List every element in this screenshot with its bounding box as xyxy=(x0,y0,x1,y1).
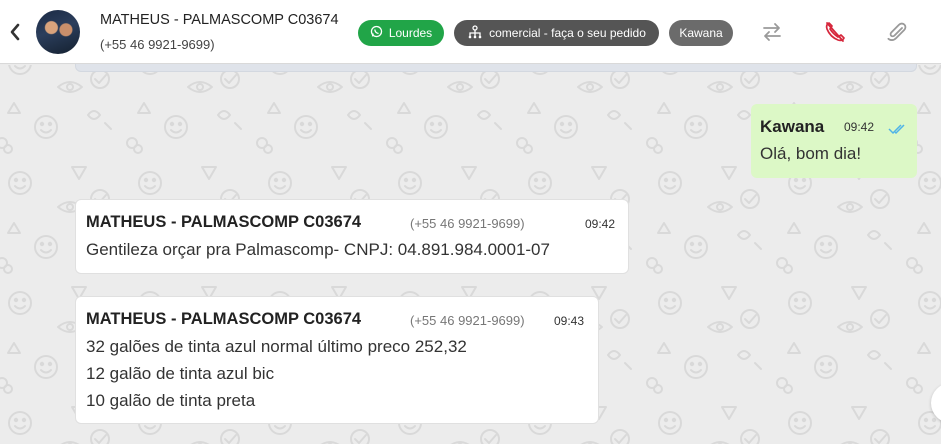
phone-hangup-icon[interactable] xyxy=(823,20,847,44)
message-bubble-outgoing[interactable]: Kawana 09:42 Olá, bom dia! xyxy=(751,104,917,178)
message-time: 09:42 xyxy=(585,217,616,231)
message-time: 09:42 xyxy=(844,120,875,134)
message-text: Gentileza orçar pra Palmascomp- CNPJ: 04… xyxy=(86,240,550,259)
agent-tag-label: Kawana xyxy=(679,26,723,40)
message-sender: Kawana xyxy=(760,117,825,136)
message-sender-phone: (+55 46 9921-9699) xyxy=(410,216,525,231)
message-text: 10 galão de tinta preta xyxy=(86,391,256,410)
paperclip-icon[interactable] xyxy=(885,20,909,44)
message-sender: MATHEUS - PALMASCOMP C03674 xyxy=(86,213,362,231)
channel-tag[interactable]: Lourdes xyxy=(358,20,444,46)
agent-tag[interactable]: Kawana xyxy=(669,20,733,46)
message-sender: MATHEUS - PALMASCOMP C03674 xyxy=(86,310,362,328)
sitemap-icon xyxy=(467,24,483,42)
contact-phone: (+55 46 9921-9699) xyxy=(100,37,215,52)
message-text: Olá, bom dia! xyxy=(760,144,862,163)
header-dropdown-edge xyxy=(75,64,917,72)
message-sender-phone: (+55 46 9921-9699) xyxy=(410,313,525,328)
message-bubble-incoming[interactable]: MATHEUS - PALMASCOMP C03674 (+55 46 9921… xyxy=(75,296,599,424)
message-bubble-incoming[interactable]: MATHEUS - PALMASCOMP C03674 (+55 46 9921… xyxy=(75,199,629,274)
message-time: 09:43 xyxy=(554,314,585,328)
arrows-swap-icon[interactable] xyxy=(760,20,784,44)
chevron-left-icon[interactable] xyxy=(6,20,24,44)
message-text: 32 galões de tinta azul normal último pr… xyxy=(86,337,467,356)
avatar[interactable] xyxy=(36,10,80,54)
double-check-icon xyxy=(888,120,908,139)
whatsapp-icon xyxy=(370,25,383,41)
queue-tag[interactable]: comercial - faça o seu pedido xyxy=(454,20,659,46)
contact-name: MATHEUS - PALMASCOMP C03674 xyxy=(100,12,339,28)
chat-area[interactable]: Kawana 09:42 Olá, bom dia! MATHEUS - PAL… xyxy=(0,65,941,444)
queue-tag-label: comercial - faça o seu pedido xyxy=(489,26,646,40)
channel-tag-label: Lourdes xyxy=(388,26,433,40)
chat-header: MATHEUS - PALMASCOMP C03674 (+55 46 9921… xyxy=(0,0,941,64)
message-text: 12 galão de tinta azul bic xyxy=(86,364,275,383)
